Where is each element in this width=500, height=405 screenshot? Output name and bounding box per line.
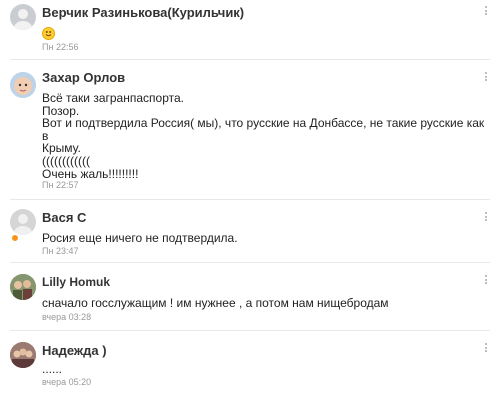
avatar[interactable]	[10, 72, 36, 98]
more-options-icon[interactable]	[484, 212, 488, 223]
comment-author[interactable]: Вася С	[42, 210, 86, 225]
group-photo-icon	[10, 342, 36, 368]
user-placeholder-icon	[14, 214, 32, 235]
avatar[interactable]	[10, 274, 36, 300]
comment-item: Верчик Разинькова(Курильчик) Пн 22:56	[0, 0, 500, 56]
comment-item: Вася С Росия еще ничего не подтвердила. …	[0, 202, 500, 258]
comment-time: Пн 22:57	[42, 180, 79, 190]
avatar[interactable]	[10, 209, 36, 235]
divider	[10, 330, 490, 331]
more-options-icon[interactable]	[484, 275, 488, 286]
avatar[interactable]	[10, 4, 36, 30]
divider	[10, 262, 490, 263]
comment-author[interactable]: Верчик Разинькова(Курильчик)	[42, 5, 244, 20]
user-placeholder-icon	[14, 9, 32, 30]
comment-text: сначало госслужащим ! им нужнее , а пото…	[42, 296, 389, 310]
comment-time: Пн 23:47	[42, 246, 79, 256]
smiley-face-icon	[42, 27, 55, 40]
group-photo-icon	[10, 274, 36, 300]
comment-item: Захар Орлов Всё таки загранпаспорта. Поз…	[0, 62, 500, 194]
more-options-icon[interactable]	[484, 343, 488, 354]
divider	[10, 59, 490, 60]
baby-photo-icon	[10, 72, 36, 98]
comment-text: ......	[42, 362, 63, 376]
avatar[interactable]	[10, 342, 36, 368]
comment-text: Росия еще ничего не подтвердила.	[42, 231, 238, 245]
online-status-icon	[11, 234, 19, 242]
comment-author[interactable]: Захар Орлов	[42, 70, 125, 85]
comment-time: Пн 22:56	[42, 42, 79, 52]
comment-time: вчера 05:20	[42, 377, 92, 387]
comment-text: Всё таки загранпаспорта. Позор. Вот и по…	[42, 91, 485, 181]
divider	[10, 199, 490, 200]
comment-time: вчера 03:28	[42, 312, 92, 322]
comment-author[interactable]: Надежда )	[42, 343, 107, 358]
comment-item: Надежда ) ...... вчера 05:20	[0, 333, 500, 405]
more-options-icon[interactable]	[484, 6, 488, 17]
more-options-icon[interactable]	[484, 72, 488, 83]
comment-author[interactable]: Lilly Homuk	[42, 275, 110, 289]
comment-item: Lilly Homuk сначало госслужащим ! им нуж…	[0, 265, 500, 325]
